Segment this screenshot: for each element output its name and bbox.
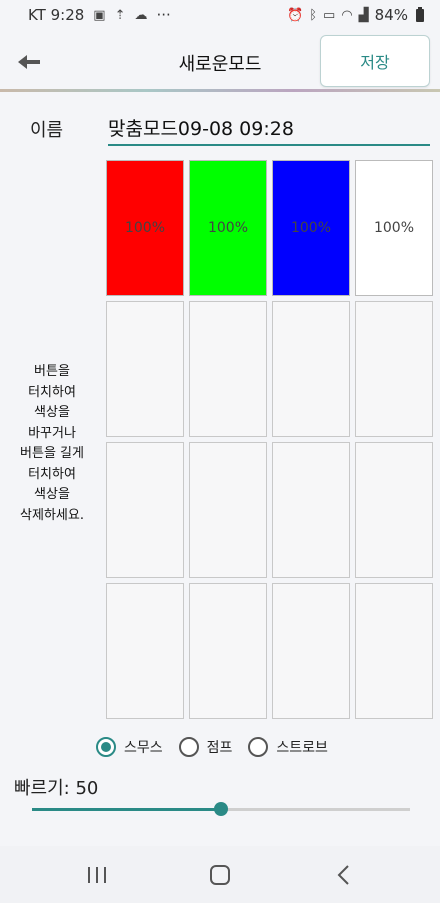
color-cell-empty[interactable]	[189, 442, 267, 578]
radio-checked-icon[interactable]	[96, 737, 116, 757]
status-left: KT 9:28 ▣ ⇡ ☁ ···	[28, 6, 171, 24]
color-cell-empty[interactable]	[106, 583, 184, 719]
radio-unchecked-icon[interactable]	[178, 737, 199, 757]
signal-icon: ▟	[358, 7, 369, 23]
save-button[interactable]: 저장	[320, 35, 430, 87]
cloud-notification-icon: ☁	[134, 7, 148, 23]
hint-line: 버튼을	[34, 364, 70, 379]
battery-icon	[416, 6, 424, 22]
color-cell-empty[interactable]	[106, 301, 184, 437]
radio-unchecked-icon[interactable]	[248, 737, 269, 757]
mode-radio-label: 스트로브	[276, 740, 328, 756]
color-grid: 100% 100% 100% 100%	[106, 160, 433, 723]
slider-thumb[interactable]	[214, 802, 228, 816]
more-notifications: ···	[156, 6, 171, 24]
mode-radio-label: 스무스	[124, 740, 163, 756]
recent-apps-icon[interactable]	[82, 862, 112, 888]
speed-label: 빠르기: 50	[14, 778, 99, 799]
back-nav-icon[interactable]	[330, 862, 360, 888]
name-input-underline	[108, 144, 430, 146]
color-cell-filled[interactable]: 100%	[272, 160, 350, 296]
name-input[interactable]	[108, 112, 428, 142]
hint-line: 터치하여	[28, 466, 76, 482]
speed-slider[interactable]	[32, 800, 410, 820]
status-right: ⏰ ᛒ ▭ ◠ ▟ 84%	[287, 6, 424, 24]
system-nav-bar	[0, 846, 440, 903]
header-divider	[0, 89, 440, 92]
hint-line: 삭제하세요.	[20, 507, 84, 523]
mode-radio-option[interactable]: 스무스	[96, 737, 163, 757]
color-cell-empty[interactable]	[272, 583, 350, 719]
app-bar: 새로운모드 저장	[0, 32, 440, 90]
carrier-time: KT 9:28	[28, 6, 85, 24]
hint-line: 색상을	[34, 405, 70, 420]
color-cell-filled[interactable]: 100%	[355, 160, 433, 296]
home-icon[interactable]	[205, 862, 235, 888]
color-cell-empty[interactable]	[355, 583, 433, 719]
hint-text: 버튼을 터치하여 색상을 바꾸거나 버튼을 길게 터치하여 색상을 삭제하세요.	[8, 362, 96, 526]
status-bar: KT 9:28 ▣ ⇡ ☁ ··· ⏰ ᛒ ▭ ◠ ▟ 84%	[0, 0, 440, 32]
alarm-icon: ⏰	[287, 7, 304, 23]
mode-radio-label: 점프	[206, 740, 233, 756]
battery-percent: 84%	[374, 6, 408, 24]
hint-line: 터치하여	[28, 384, 76, 400]
slider-fill	[32, 808, 221, 811]
upload-notification-icon: ⇡	[114, 7, 126, 23]
mode-radio-option[interactable]: 스트로브	[248, 737, 328, 757]
hint-line: 버튼을 길게	[20, 446, 84, 461]
hint-line: 색상을	[34, 487, 70, 502]
color-cell-empty[interactable]	[355, 301, 433, 437]
color-cell-empty[interactable]	[272, 301, 350, 437]
color-cell-empty[interactable]	[355, 442, 433, 578]
color-cell-empty[interactable]	[189, 301, 267, 437]
wifi-icon: ◠	[341, 7, 353, 23]
name-label: 이름	[30, 120, 64, 141]
hd-icon: ▭	[323, 7, 336, 23]
image-notification-icon: ▣	[93, 7, 106, 23]
color-cell-empty[interactable]	[272, 442, 350, 578]
bluetooth-icon: ᛒ	[309, 7, 318, 23]
color-cell-filled[interactable]: 100%	[106, 160, 184, 296]
color-cell-empty[interactable]	[189, 583, 267, 719]
mode-radio-group: 스무스 점프 스트로브	[96, 737, 344, 757]
color-cell-filled[interactable]: 100%	[189, 160, 267, 296]
mode-radio-option[interactable]: 점프	[178, 737, 233, 757]
hint-line: 바꾸거나	[28, 425, 76, 441]
color-cell-empty[interactable]	[106, 442, 184, 578]
